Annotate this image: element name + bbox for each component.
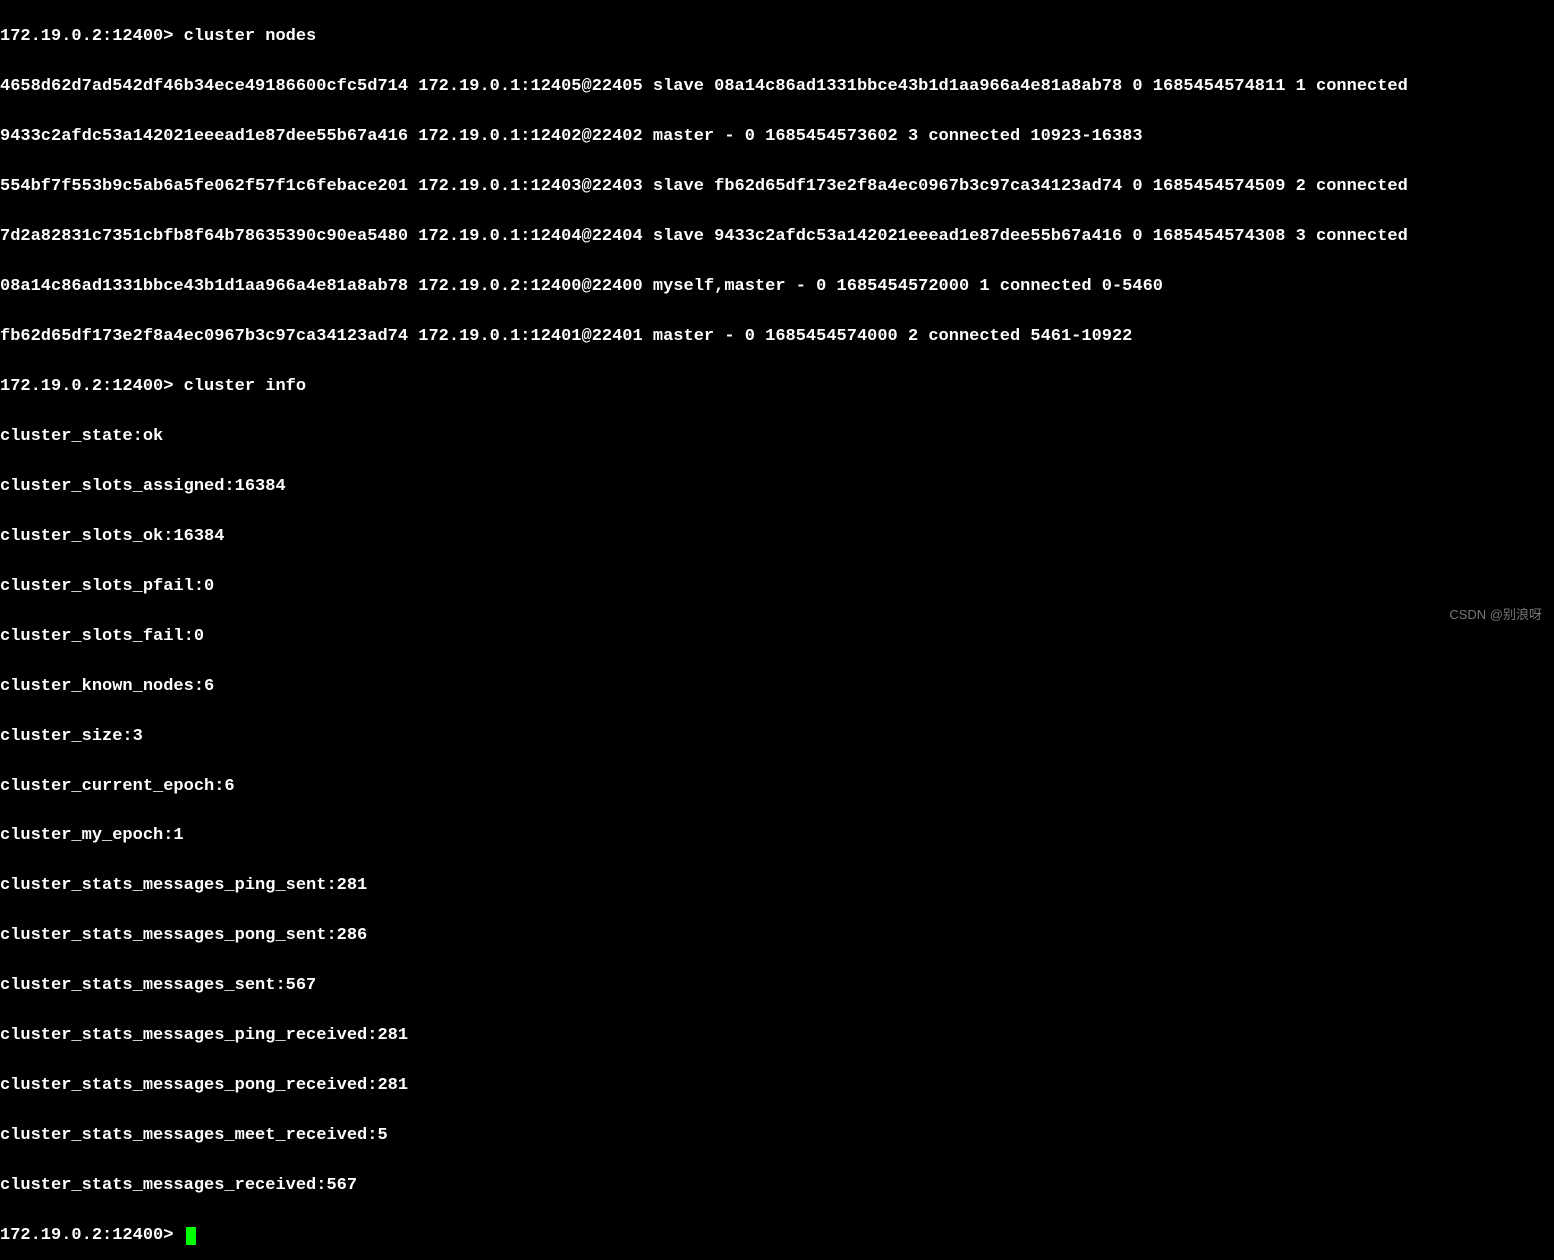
node-line: fb62d65df173e2f8a4ec0967b3c97ca34123ad74… xyxy=(0,325,1554,350)
info-line: cluster_slots_assigned:16384 xyxy=(0,475,1554,500)
terminal-output[interactable]: 172.19.0.2:12400> cluster nodes 4658d62d… xyxy=(0,0,1554,1260)
info-line: cluster_my_epoch:1 xyxy=(0,824,1554,849)
info-line: cluster_stats_messages_meet_received:5 xyxy=(0,1124,1554,1149)
node-line: 08a14c86ad1331bbce43b1d1aa966a4e81a8ab78… xyxy=(0,275,1554,300)
info-line: cluster_stats_messages_received:567 xyxy=(0,1174,1554,1199)
node-line: 9433c2afdc53a142021eeead1e87dee55b67a416… xyxy=(0,125,1554,150)
node-line: 7d2a82831c7351cbfb8f64b78635390c90ea5480… xyxy=(0,225,1554,250)
prompt: 172.19.0.2:12400> xyxy=(0,377,184,396)
info-line: cluster_slots_ok:16384 xyxy=(0,525,1554,550)
info-line: cluster_slots_fail:0 xyxy=(0,625,1554,650)
info-line: cluster_stats_messages_pong_received:281 xyxy=(0,1074,1554,1099)
info-line: cluster_size:3 xyxy=(0,725,1554,750)
command-text: cluster nodes xyxy=(184,27,317,46)
info-line: cluster_known_nodes:6 xyxy=(0,675,1554,700)
info-line: cluster_current_epoch:6 xyxy=(0,775,1554,800)
info-line: cluster_stats_messages_pong_sent:286 xyxy=(0,924,1554,949)
watermark-text: CSDN @别浪呀 xyxy=(1449,605,1542,624)
node-line: 554bf7f553b9c5ab6a5fe062f57f1c6febace201… xyxy=(0,175,1554,200)
info-line: cluster_stats_messages_ping_received:281 xyxy=(0,1024,1554,1049)
info-line: cluster_stats_messages_sent:567 xyxy=(0,974,1554,999)
prompt: 172.19.0.2:12400> xyxy=(0,1226,184,1245)
info-line: cluster_state:ok xyxy=(0,425,1554,450)
info-line: cluster_slots_pfail:0 xyxy=(0,575,1554,600)
prompt: 172.19.0.2:12400> xyxy=(0,27,184,46)
command-text: cluster info xyxy=(184,377,306,396)
node-line: 4658d62d7ad542df46b34ece49186600cfc5d714… xyxy=(0,75,1554,100)
cursor-icon xyxy=(186,1227,196,1245)
info-line: cluster_stats_messages_ping_sent:281 xyxy=(0,874,1554,899)
